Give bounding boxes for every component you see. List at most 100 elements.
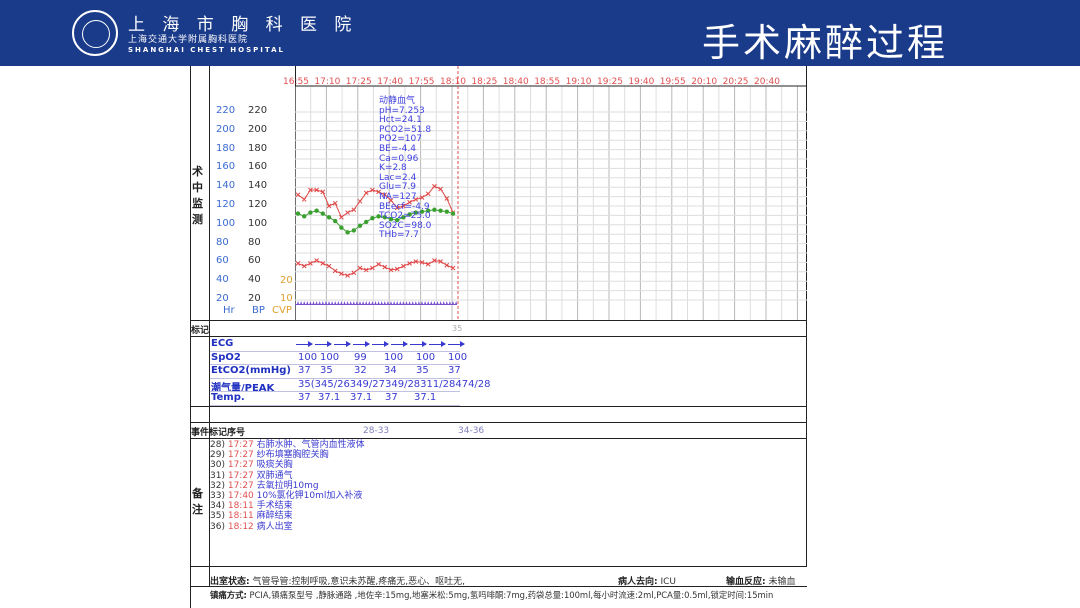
note-text: 麻醉结束 [256, 511, 293, 522]
hr-tick: 40 [216, 274, 229, 286]
note-row: 31) 17:27 双肺通气 [210, 471, 365, 481]
note-text: 右肺水肿、气管内血性液体 [256, 440, 365, 450]
vital-label: ECG [211, 338, 234, 349]
cvp-marker [427, 301, 430, 304]
hr-tick: 20 [216, 293, 229, 304]
bp-tick: 20 [248, 293, 261, 304]
divider-marker-top [190, 320, 807, 321]
blood-gas-line: THb=7.7 [379, 230, 419, 241]
series-point [326, 215, 332, 220]
vital-value: 35 [320, 365, 333, 377]
vital-value: 34 [384, 365, 397, 377]
note-time: 17:27 [227, 460, 254, 471]
series-point [333, 218, 338, 224]
vital-label: SpO2 [211, 351, 241, 363]
series-point [370, 216, 375, 221]
page-title: 手术麻醉过程 [701, 21, 948, 65]
series-point [301, 197, 307, 202]
vital-value: 32 [354, 365, 367, 377]
cvp-marker [365, 301, 368, 304]
notes-list: 28) 17:27 右肺水肿、气管内血性液体 29) 17:27 纱布填塞胸腔关胸… [210, 440, 365, 532]
vital-value: 37 [448, 365, 461, 377]
cvp-marker [417, 301, 420, 304]
note-number: 30) [210, 460, 225, 471]
ecg-arrowhead-icon [403, 341, 408, 347]
cvp-marker [390, 301, 392, 304]
ecg-arrowhead-icon [365, 341, 370, 347]
series-point [432, 207, 437, 212]
cvp-marker [318, 301, 321, 304]
vital-row-line [210, 405, 460, 406]
cvp-marker [408, 301, 411, 304]
series-point [332, 200, 338, 206]
bp-tick: 100 [248, 217, 268, 229]
analgesia-text: PCIA,镇痛泵型号 ,静脉通路 ,地佐辛:15mg,地塞米松:5mg,氢吗啡酮… [249, 590, 774, 600]
note-row: 33) 17:40 10%氯化钾10ml加入补液 [210, 491, 365, 501]
ecg-arrowhead-icon [308, 341, 313, 347]
series-point [438, 208, 443, 213]
cvp-marker [315, 301, 318, 304]
series-point [339, 225, 344, 230]
series-point [351, 207, 357, 213]
cvp-marker [306, 301, 309, 304]
cvp-marker [297, 301, 299, 304]
cvp-marker [396, 301, 399, 304]
cvp-marker [328, 301, 330, 304]
series-point [308, 210, 313, 215]
divider-marker-bottom [190, 336, 807, 337]
note-number: 31) [210, 470, 225, 481]
vital-value: 37 [385, 392, 398, 404]
anesthesia-record-sheet: 术中监测 标记 事件标记序号 备注 16:55 17:10 17:25 17:40 17… [190, 66, 808, 608]
series-point [357, 223, 363, 228]
cvp-marker [380, 301, 383, 304]
cvp-marker [337, 301, 340, 304]
cvp-marker [430, 301, 433, 304]
note-number: 34) [210, 501, 225, 512]
vital-value: 37.1 [414, 392, 437, 404]
event-seq-2: 34-36 [458, 426, 485, 436]
note-number: 28) [210, 440, 225, 450]
series-point [444, 262, 450, 268]
cvp-marker [334, 301, 337, 304]
bp-tick: 140 [248, 180, 268, 192]
ecg-trace-icon [296, 340, 466, 350]
cvp-marker [300, 301, 303, 304]
bp-tick: 40 [248, 274, 261, 286]
note-row: 32) 17:27 去氧拉明10mg [210, 481, 365, 491]
note-time: 17:27 [227, 440, 254, 450]
note-row: 29) 17:27 纱布填塞胸腔关胸 [210, 450, 365, 460]
event-seq-1: 28-33 [363, 426, 390, 436]
cvp-marker [433, 301, 436, 304]
series-point [345, 230, 350, 235]
note-number: 33) [210, 491, 225, 502]
marker-value: 35 [452, 324, 463, 333]
series-point [314, 208, 319, 213]
divider-event-top [190, 422, 807, 423]
destination-label: 病人去向: [618, 577, 658, 587]
frame-line-left [190, 66, 191, 608]
hr-tick: 180 [216, 142, 236, 154]
bp-tick: 60 [248, 255, 261, 267]
bp-tick: 200 [248, 123, 268, 135]
note-number: 32) [210, 480, 225, 491]
vital-value: 100 [384, 351, 404, 363]
hr-tick: 140 [216, 180, 236, 192]
cvp-marker [359, 301, 361, 304]
analgesia-label: 镇痛方式: [210, 590, 247, 600]
series-point [363, 190, 369, 196]
series-point [302, 214, 307, 219]
cvp-marker [352, 301, 355, 304]
analgesia-method: 镇痛方式: PCIA,镇痛泵型号 ,静脉通路 ,地佐辛:15mg,地塞米松:5m… [210, 589, 773, 601]
bp-tick: 180 [248, 142, 268, 154]
cvp-marker [393, 301, 396, 304]
hr-tick: 80 [216, 236, 229, 248]
hr-tick: 200 [216, 123, 236, 135]
section-notes: 备注 [192, 487, 203, 516]
vital-value: 100 [416, 351, 436, 363]
note-text: 手术结束 [256, 501, 293, 512]
note-number: 36) [210, 521, 225, 532]
transfusion-label: 输血反应: [726, 577, 766, 587]
cvp-marker [439, 301, 442, 304]
cvp-marker [331, 301, 334, 304]
note-text: 纱布填塞胸腔关胸 [256, 450, 329, 461]
